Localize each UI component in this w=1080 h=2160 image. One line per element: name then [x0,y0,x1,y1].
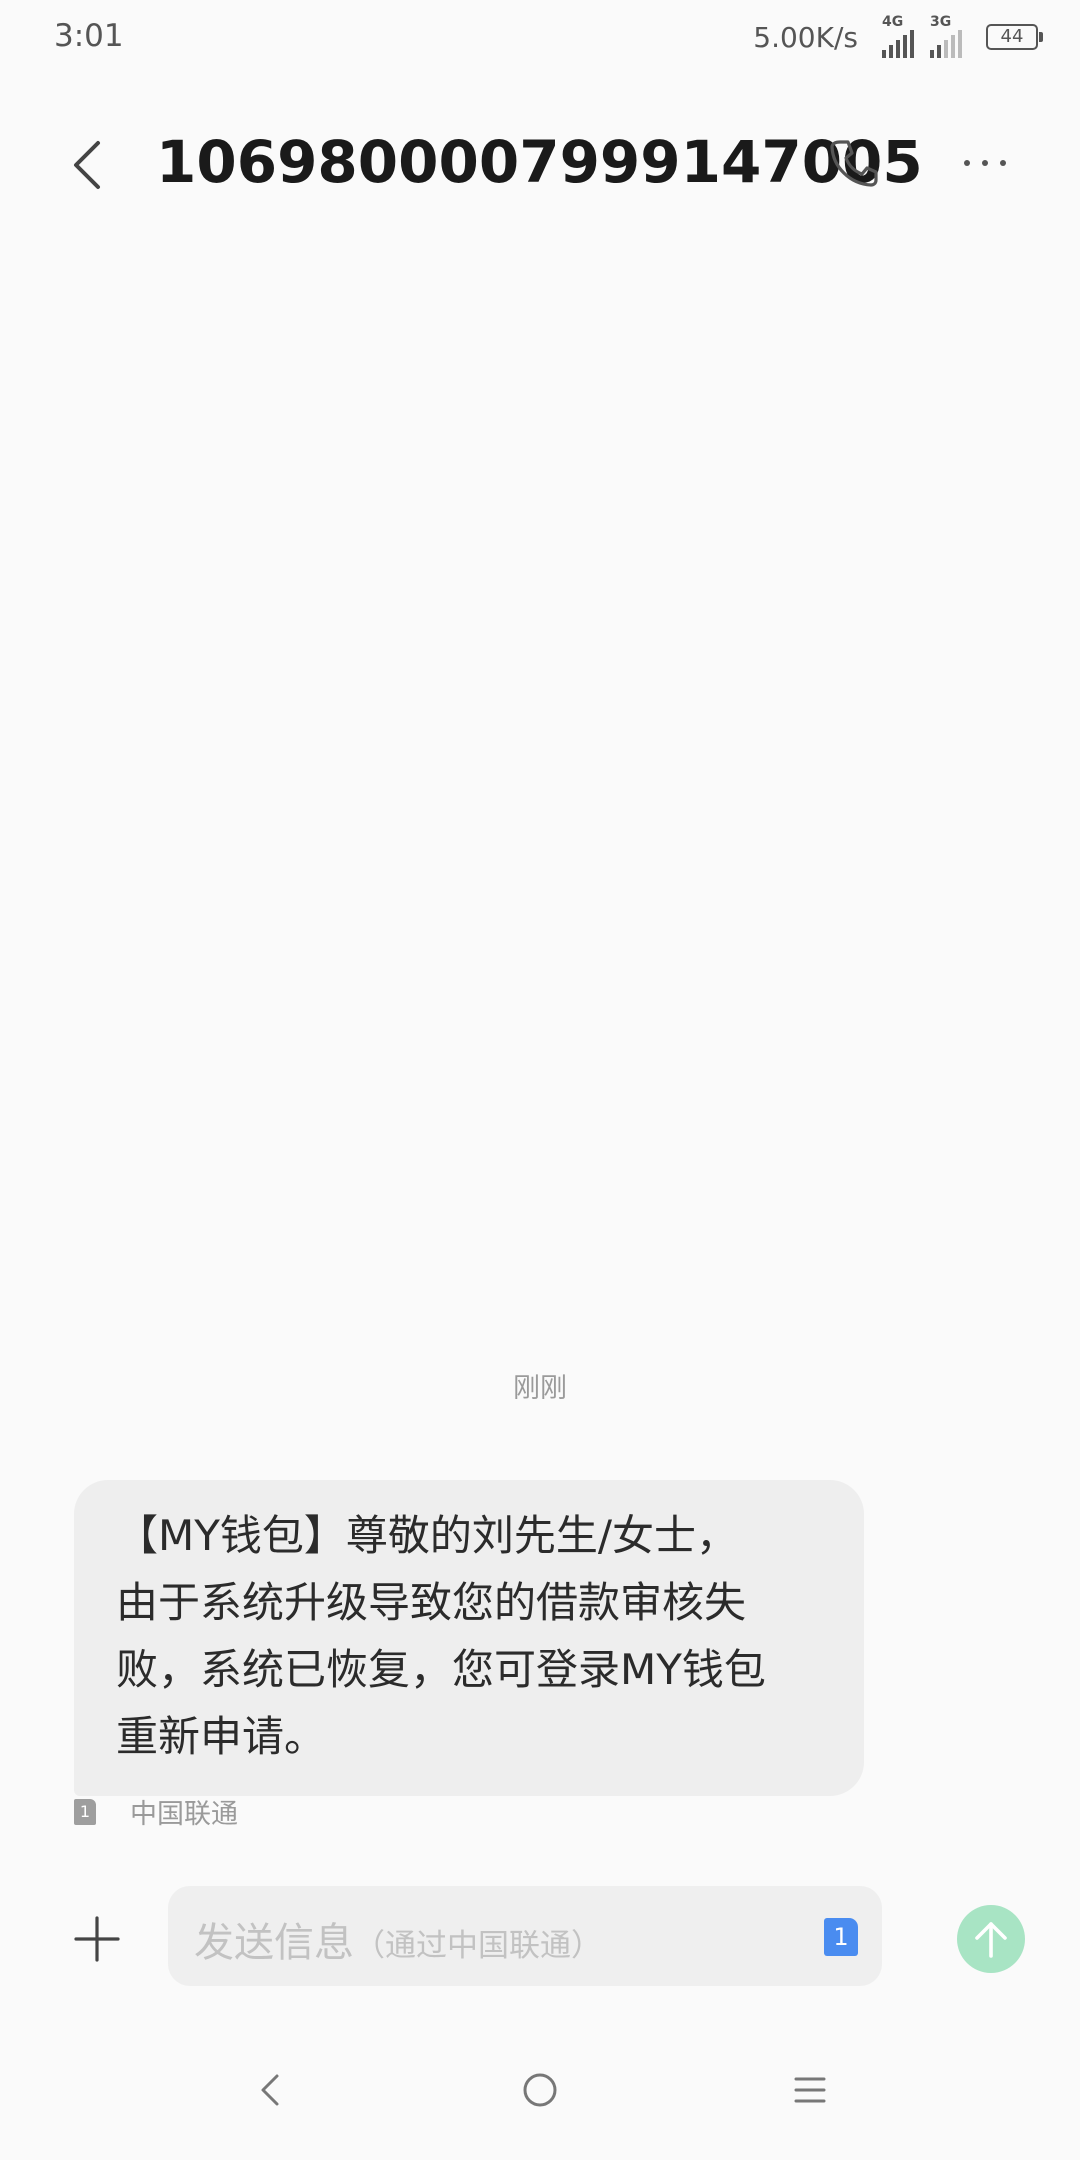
call-button[interactable] [818,128,888,198]
message-sim-info: 1 中国联通 [74,1792,238,1831]
message-input-placeholder: 发送信息（通过中国联通） [194,1920,602,1966]
network-speed: 5.00K/s [753,20,858,54]
back-button[interactable] [52,130,122,200]
messaging-screen: 3:01 5.00K/s 4G 3G 44 106980000799914700… [0,0,1080,2160]
sim-select-icon[interactable]: 1 [824,1918,858,1956]
message-line: 【MY钱包】尊敬的刘先生/女士， [116,1511,739,1560]
message-input[interactable]: 发送信息（通过中国联通） 1 [168,1886,882,1986]
conversation-header: 1069800007999147005 [0,100,1080,230]
signal-4g-icon: 4G [882,14,918,58]
message-line: 由于系统升级导致您的借款审核失 [116,1578,747,1627]
signal-3g-label: 3G [930,14,952,30]
send-arrow-icon [975,1922,1007,1958]
more-options-button[interactable] [950,128,1020,198]
status-icons: 5.00K/s 4G 3G 44 [753,14,1043,60]
plus-icon [74,1916,120,1962]
send-button[interactable] [957,1905,1025,1973]
add-attachment-button[interactable] [62,1904,132,1974]
status-time: 3:01 [54,18,124,54]
phone-icon [830,140,878,187]
status-bar: 3:01 5.00K/s 4G 3G 44 [0,0,1080,72]
nav-recents-icon [794,2077,826,2103]
nav-back-icon [261,2074,279,2106]
nav-home-icon [523,2073,557,2107]
message-timestamp: 刚刚 [513,1373,567,1404]
nav-back-button[interactable] [240,2060,300,2120]
more-icon [964,160,1006,166]
signal-4g-label: 4G [882,14,904,30]
sim-card-icon: 1 [74,1798,96,1825]
back-arrow-icon [74,141,100,189]
message-line: 重新申请。 [116,1712,327,1761]
system-navigation-bar [0,2044,1080,2134]
battery-icon: 44 [986,24,1043,50]
message-line: 败，系统已恢复，您可登录MY钱包 [116,1645,766,1694]
carrier-label: 中国联通 [130,1799,238,1830]
nav-recents-button[interactable] [780,2060,840,2120]
signal-3g-icon: 3G [930,14,966,58]
conversation-title: 1069800007999147005 [156,128,923,196]
message-bubble[interactable]: 【MY钱包】尊敬的刘先生/女士， 由于系统升级导致您的借款审核失 败，系统已恢复… [74,1480,864,1796]
battery-level: 44 [1000,26,1024,47]
nav-home-button[interactable] [510,2060,570,2120]
